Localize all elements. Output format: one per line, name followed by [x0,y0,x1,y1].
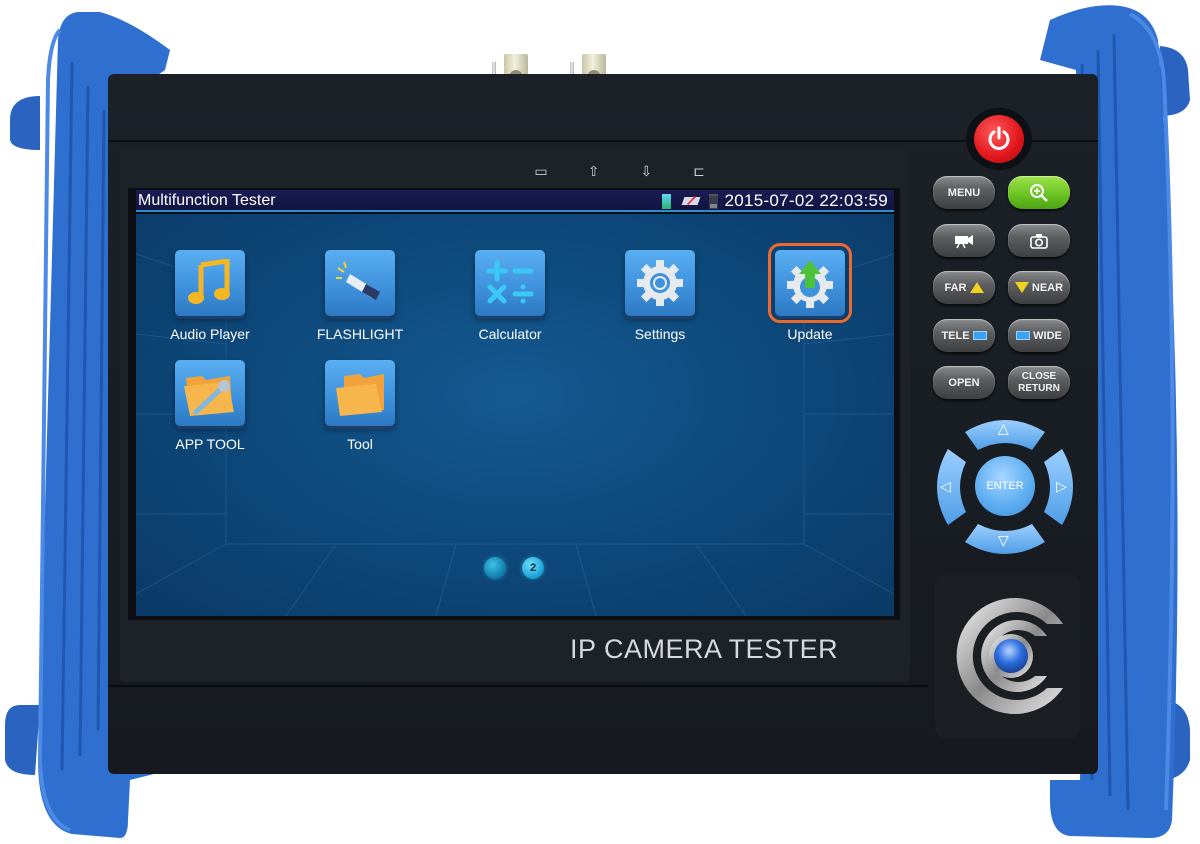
power-plug-icon: ⊏ [693,163,705,179]
app-settings[interactable]: Settings [600,250,720,350]
battery-icon [709,193,719,209]
arrow-right-icon: ▷ [1056,478,1067,494]
camera-icon [1030,233,1048,249]
menu-button[interactable]: MENU [933,176,995,209]
record-video-button[interactable] [933,224,995,257]
zoom-rect-icon [972,331,987,340]
app-label: Calculator [478,326,542,342]
calculator-icon [475,250,545,316]
power-button[interactable] [966,108,1032,170]
app-flashlight[interactable]: FLASHLIGHT [300,250,420,350]
update-gear-icon [768,243,852,323]
zoom-tele-button[interactable]: TELE [933,319,995,352]
app-label: Tool [347,436,373,452]
camera-logo [935,574,1080,738]
close-return-button[interactable]: CLOSE RETURN [1008,366,1070,399]
triangle-up-icon [969,282,984,293]
folder-icon [325,360,395,426]
zoom-rect-icon [1016,331,1031,340]
key-label: CLOSE [1021,370,1057,382]
lcd-screen: Multifunction Tester 2015-07-02 22:03:59 [128,188,900,620]
key-label: FAR [944,281,967,294]
key-label: RETURN [1018,382,1060,394]
zoom-in-button[interactable] [1008,176,1070,209]
brand-label: IP CAMERA TESTER [570,634,839,664]
app-label: Settings [634,326,686,342]
upload-arrow-icon: ⇧ [587,163,600,179]
enter-button[interactable]: ENTER [975,456,1035,516]
folder-wrench-icon [175,360,245,426]
arrow-up-icon: △ [998,420,1009,436]
focus-far-button[interactable]: FAR [933,271,995,304]
key-label: MENU [947,186,981,199]
divider [108,685,928,687]
app-label: FLASHLIGHT [316,326,404,342]
key-label: TELE [941,329,970,342]
app-tool[interactable]: Tool [300,360,420,460]
key-label: OPEN [948,376,980,389]
download-arrow-icon: ⇩ [640,163,653,179]
app-audio-player[interactable]: Audio Player [150,250,270,350]
focus-near-button[interactable]: NEAR [1008,271,1070,304]
battery-charge-icon: ▭ [534,163,548,179]
app-calculator[interactable]: Calculator [450,250,570,350]
app-label: APP TOOL [175,436,245,452]
directional-pad: △ ▽ ◁ ▷ ENTER [930,414,1080,560]
app-label: Audio Player [170,326,250,342]
iris-open-button[interactable]: OPEN [933,366,995,399]
page-dot[interactable] [484,557,506,579]
arrow-down-icon: ▽ [998,532,1009,548]
key-label: NEAR [1031,281,1064,294]
video-camera-icon [955,234,973,248]
flashlight-icon [325,250,395,316]
triangle-down-icon [1014,282,1029,293]
zoom-in-icon [1030,183,1048,202]
page-indicator: 2 [484,557,544,579]
device-photo: ▭ ⇧ ⇩ ⊏ Multifunction Tester 2015-07-02 … [0,0,1200,844]
app-title: Multifunction Tester [138,192,276,209]
app-app-tool[interactable]: APP TOOL [150,360,270,460]
power-icon [988,126,1010,150]
app-label: Update [787,326,833,342]
hardware-indicators: ▭ ⇧ ⇩ ⊏ [530,160,710,182]
key-label: WIDE [1033,329,1062,342]
app-update[interactable]: Update [750,243,870,350]
datetime: 2015-07-02 22:03:59 [724,191,888,210]
signal-icon [662,193,672,209]
network-disconnected-icon [683,196,699,206]
zoom-wide-button[interactable]: WIDE [1008,319,1070,352]
snapshot-button[interactable] [1008,224,1070,257]
arrow-left-icon: ◁ [940,478,951,494]
divider [108,140,1098,142]
page-dot-current[interactable]: 2 [522,557,544,579]
status-bar: Multifunction Tester 2015-07-02 22:03:59 [136,190,894,212]
home-screen: Audio Player FLASHLIGHT Calculator Setti… [136,214,894,616]
music-note-icon [175,250,245,316]
gear-icon [625,250,695,316]
